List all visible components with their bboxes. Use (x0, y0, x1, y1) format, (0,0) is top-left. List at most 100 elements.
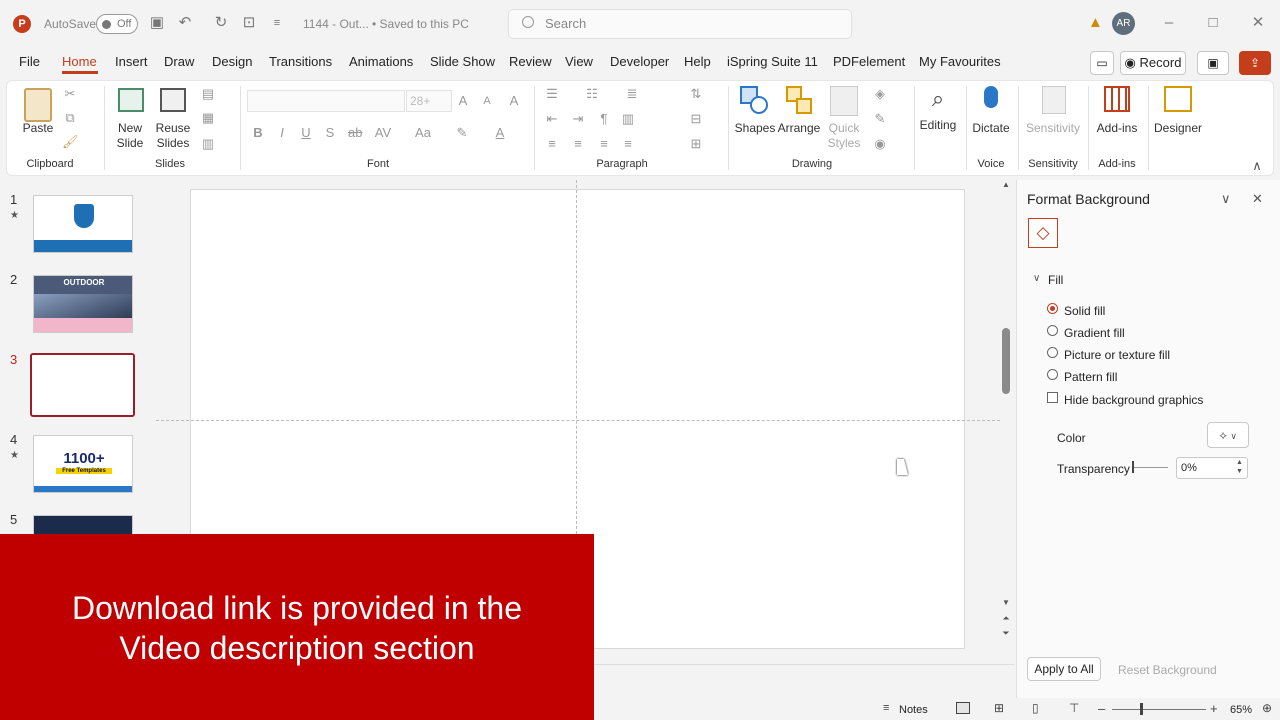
add-ins-button[interactable]: Add-ins (1094, 121, 1140, 135)
avatar[interactable]: AR (1112, 12, 1135, 35)
fill-section-chevron-icon[interactable]: ∨ (1033, 273, 1040, 284)
sensitivity-button[interactable]: Sensitivity (1024, 121, 1082, 135)
previous-slide-icon[interactable]: ⏶ (1000, 613, 1012, 624)
slide-thumbnail-5[interactable] (33, 515, 133, 534)
customize-quick-access-icon[interactable]: ≡ (268, 14, 286, 32)
shadow-icon[interactable]: S (324, 125, 336, 141)
shape-fill-icon[interactable]: ◈ (872, 86, 888, 102)
tab-home[interactable]: Home (62, 52, 98, 74)
quick-styles-icon[interactable] (830, 86, 858, 116)
highlight-icon[interactable]: ✎ (454, 125, 470, 141)
arrange-button[interactable]: Arrange (776, 121, 822, 135)
fill-section-header[interactable]: Fill (1048, 273, 1063, 287)
slide-show-icon[interactable]: ⊤ (1069, 701, 1079, 715)
align-center-icon[interactable]: ≡ (570, 136, 586, 152)
reuse-slides-button[interactable]: Reuse Slides (152, 121, 194, 151)
new-slide-button[interactable]: New Slide (110, 121, 150, 151)
vertical-scrollbar-thumb[interactable] (1002, 328, 1010, 394)
clear-formatting-icon[interactable]: A (506, 93, 522, 109)
zoom-level[interactable]: 65% (1230, 704, 1252, 716)
fit-slide-icon[interactable]: ⊕ (1262, 701, 1272, 715)
strikethrough-icon[interactable]: ab (348, 125, 362, 141)
warning-icon[interactable]: ▲ (1088, 14, 1103, 31)
search-input[interactable]: Search (508, 9, 852, 39)
hide-background-label[interactable]: Hide background graphics (1064, 393, 1203, 407)
tab-review[interactable]: Review (509, 52, 552, 74)
pattern-fill-label[interactable]: Pattern fill (1064, 370, 1117, 384)
tab-slide-show[interactable]: Slide Show (430, 52, 495, 74)
transparency-slider-track[interactable] (1134, 467, 1168, 468)
hide-background-checkbox[interactable] (1047, 392, 1058, 403)
add-ins-icon[interactable] (1104, 86, 1130, 112)
normal-view-icon[interactable] (956, 702, 970, 714)
slide-thumbnail-4[interactable]: 1100+ Free Templates (33, 435, 133, 493)
color-picker-button[interactable]: ⟡ ∨ (1207, 422, 1249, 448)
arrange-icon[interactable] (786, 86, 814, 116)
font-name-select[interactable] (247, 90, 405, 112)
designer-button[interactable]: Designer (1152, 121, 1204, 135)
zoom-slider-track[interactable] (1112, 709, 1206, 710)
autosave-toggle[interactable]: Off (96, 14, 138, 34)
indent-icon[interactable]: ⇤ (544, 111, 560, 127)
scroll-up-icon[interactable]: ▲ (1000, 180, 1012, 189)
bullets-icon[interactable]: ☰ (544, 86, 560, 102)
smartart-icon[interactable]: ⊞ (688, 136, 704, 152)
text-direction-icon[interactable]: ⇅ (688, 86, 704, 102)
paste-button[interactable]: Paste (20, 121, 56, 135)
zoom-slider-thumb[interactable] (1140, 703, 1143, 715)
sensitivity-icon[interactable] (1042, 86, 1066, 114)
cut-icon[interactable]: ✂ (62, 86, 78, 102)
quick-styles-button[interactable]: Quick Styles (824, 121, 864, 151)
solid-fill-label[interactable]: Solid fill (1064, 304, 1105, 318)
italic-icon[interactable]: I (276, 125, 288, 141)
paste-icon[interactable] (24, 88, 52, 122)
justify-icon[interactable]: ≡ (620, 136, 636, 152)
layout-icon[interactable]: ▤ (198, 86, 218, 102)
shape-effects-icon[interactable]: ◉ (872, 136, 888, 152)
gradient-fill-label[interactable]: Gradient fill (1064, 326, 1125, 340)
editing-button[interactable]: Editing (914, 118, 962, 132)
present-icon[interactable]: ⊡ (240, 14, 258, 32)
record-button[interactable]: ◉ Record (1120, 51, 1186, 75)
reset-background-button[interactable]: Reset Background (1118, 663, 1217, 677)
share-button[interactable]: ⇪ (1239, 51, 1271, 75)
tab-file[interactable]: File (19, 52, 40, 74)
shape-outline-icon[interactable]: ✎ (872, 111, 888, 127)
increase-font-icon[interactable]: A (455, 93, 471, 109)
font-size-select[interactable]: 28+ (406, 90, 452, 112)
minimize-icon[interactable]: – (1160, 14, 1178, 32)
zoom-in-icon[interactable]: + (1210, 701, 1218, 716)
reset-icon[interactable]: ▦ (198, 110, 218, 126)
microphone-icon[interactable] (984, 86, 998, 108)
tab-pdfelement[interactable]: PDFelement (833, 52, 905, 74)
picture-fill-radio[interactable] (1047, 347, 1058, 358)
teams-share-button[interactable]: ▣ (1197, 51, 1229, 75)
underline-icon[interactable]: U (300, 125, 312, 141)
tab-draw[interactable]: Draw (164, 52, 194, 74)
notes-button[interactable]: Notes (899, 704, 928, 716)
collapse-ribbon-icon[interactable]: ∧ (1250, 158, 1264, 174)
line-spacing-icon[interactable]: ≣ (624, 86, 640, 102)
numbering-icon[interactable]: ☷ (584, 86, 600, 102)
bold-icon[interactable]: B (252, 125, 264, 141)
columns-icon[interactable]: ▥ (620, 111, 636, 127)
tab-transitions[interactable]: Transitions (269, 52, 332, 74)
tab-design[interactable]: Design (212, 52, 252, 74)
reuse-slides-icon[interactable] (160, 88, 186, 112)
outdent-icon[interactable]: ⇥ (570, 111, 586, 127)
redo-icon[interactable]: ↻ (212, 14, 230, 32)
slide-thumbnail-3-selected[interactable] (30, 353, 135, 417)
pane-close-icon[interactable]: ✕ (1252, 191, 1263, 207)
reading-view-icon[interactable]: ▯ (1032, 701, 1039, 715)
next-slide-icon[interactable]: ⏷ (1000, 628, 1012, 639)
character-spacing-icon[interactable]: AV (372, 125, 394, 141)
apply-to-all-button[interactable]: Apply to All (1027, 657, 1101, 681)
section-icon[interactable]: ▥ (198, 136, 218, 152)
tab-my-favourites[interactable]: My Favourites (919, 52, 1001, 74)
transparency-spinner-icon[interactable]: ▲ ▼ (1236, 458, 1243, 476)
tab-help[interactable]: Help (684, 52, 712, 74)
pattern-fill-radio[interactable] (1047, 369, 1058, 380)
document-title[interactable]: 1144 - Out... (303, 17, 369, 31)
decrease-font-icon[interactable]: A (480, 93, 494, 109)
notes-icon[interactable]: ≡ (883, 702, 889, 714)
